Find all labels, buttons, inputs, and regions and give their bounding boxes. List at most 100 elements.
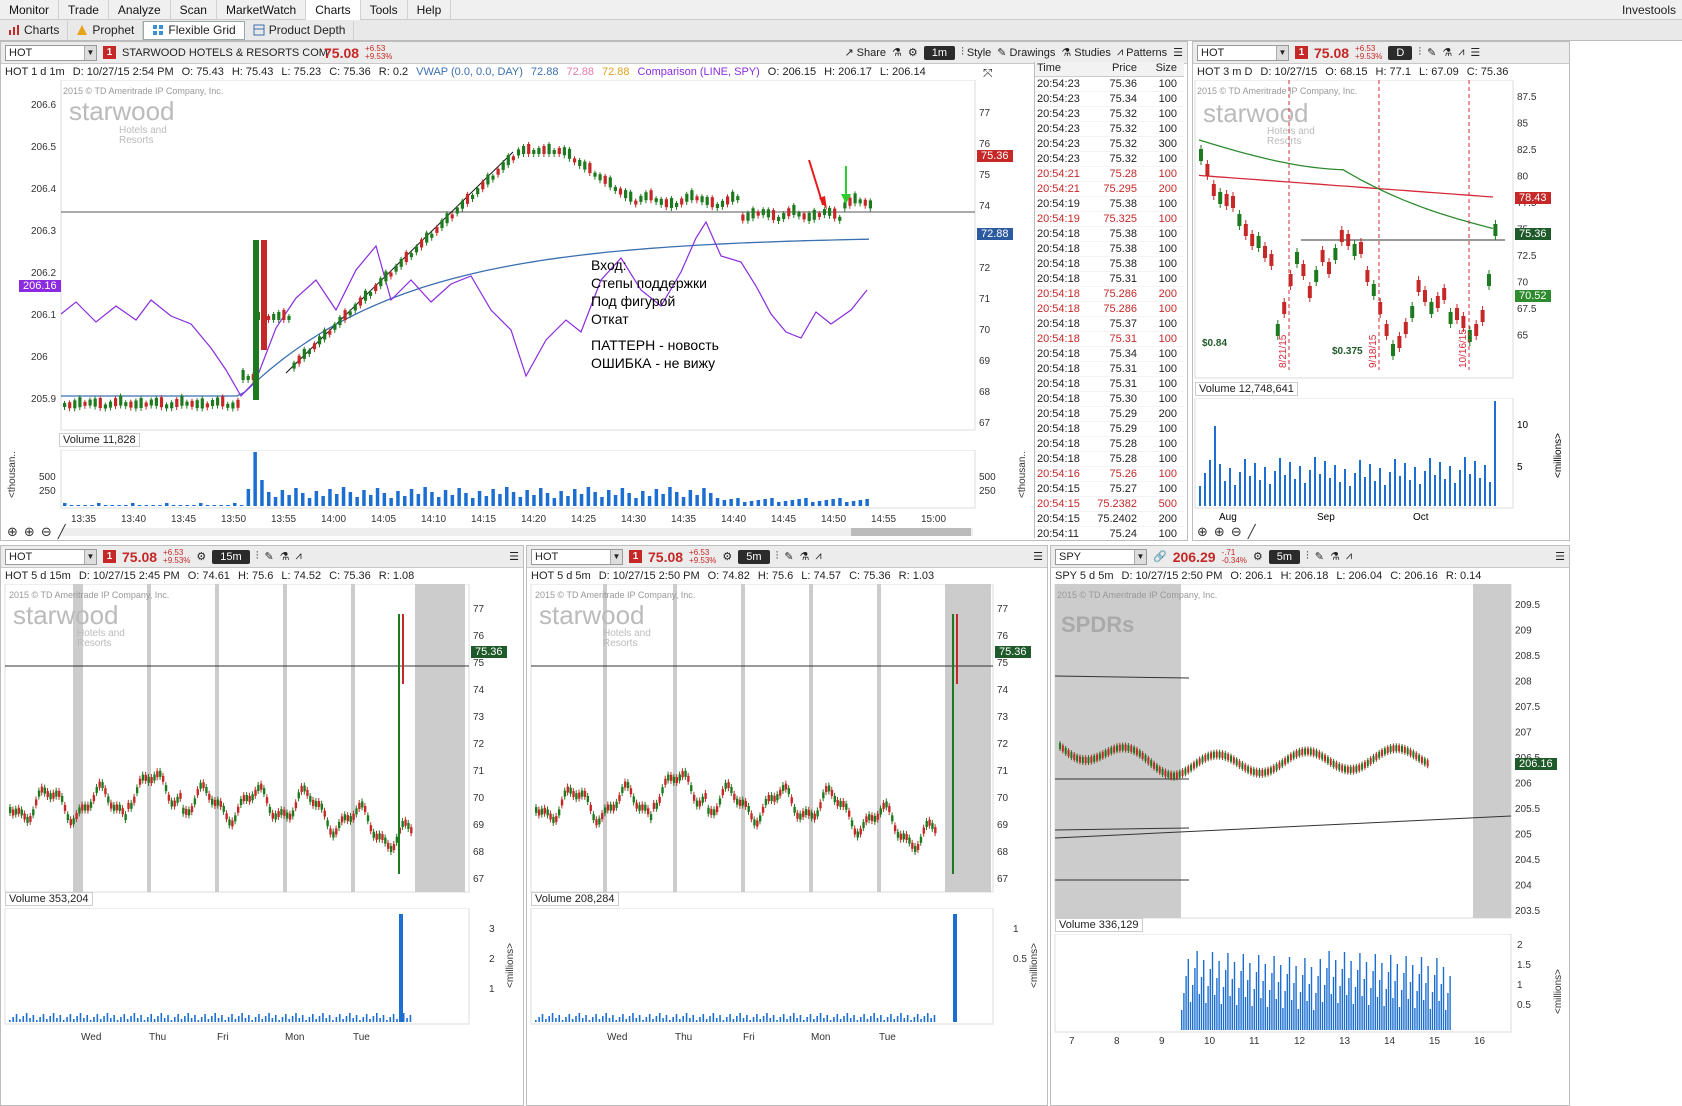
daily-div-badge-1[interactable]: $0.84 (1199, 337, 1230, 350)
volume-bar (600, 497, 604, 506)
daily-symbol-input[interactable]: HOT ▼ (1197, 44, 1289, 61)
menu-charts[interactable]: Charts (306, 0, 361, 20)
spy-axis-tick: 207 (1515, 728, 1532, 739)
daily-event-date[interactable]: 9/18/15 (1368, 334, 1379, 368)
daily-alert-badge[interactable]: 1 (1295, 46, 1308, 59)
chevron-down-icon[interactable]: ▼ (84, 549, 96, 564)
chart_15m-candle (205, 787, 208, 794)
menu-list-icon[interactable]: ☰ (1173, 46, 1183, 59)
share-button[interactable]: ↗ Share (844, 46, 886, 60)
tns-col-price[interactable]: Price (1089, 62, 1141, 76)
spy-menu-icon[interactable]: ☰ (1555, 550, 1565, 563)
chart_5m-candle (727, 782, 730, 789)
style-button[interactable]: ⫶ Style (961, 46, 991, 59)
p15-alert-badge[interactable]: 1 (103, 550, 116, 563)
spy-gear-icon[interactable]: ⚙ (1253, 550, 1263, 563)
chart_15m-candle (43, 787, 47, 794)
collapse-icon[interactable]: ⤧ (983, 66, 993, 81)
main-time-tick: 14:30 (621, 514, 646, 525)
p5-flask-icon[interactable]: ⚗ (800, 550, 810, 563)
menu-help[interactable]: Help (408, 0, 452, 20)
candle (853, 193, 857, 204)
p5-pencil-icon[interactable]: ✎ (784, 550, 793, 563)
daily-event-date[interactable]: 8/21/15 (1278, 334, 1289, 368)
chevron-down-icon[interactable]: ▼ (84, 45, 96, 60)
menu-marketwatch[interactable]: MarketWatch (217, 0, 307, 20)
daily-event-date[interactable]: 10/16/15 (1458, 329, 1469, 368)
chevron-down-icon[interactable]: ▼ (1134, 549, 1146, 564)
p5-gear-icon[interactable]: ⚙ (722, 550, 732, 563)
daily-time-sep: Sep (1317, 512, 1335, 523)
spy-candle (1369, 757, 1372, 764)
crosshair-icon[interactable]: ⊕ (7, 524, 18, 540)
p15-symbol-input[interactable]: HOT ▼ (5, 548, 97, 565)
p5-alert-badge[interactable]: 1 (629, 550, 642, 563)
menu-scan[interactable]: Scan (171, 0, 217, 20)
tns-row: 20:54:18 75.31 100 (1035, 377, 1184, 392)
spy-candle (1275, 764, 1278, 771)
flask-icon[interactable]: ⚗ (892, 46, 902, 59)
menu-tools[interactable]: Tools (361, 0, 408, 20)
main-symbol-input[interactable]: HOT ▼ (5, 44, 97, 61)
daily-pencil-icon[interactable]: ✎ (1427, 46, 1436, 59)
daily-div-badge-2[interactable]: $0.375 (1329, 345, 1366, 358)
spy-style-icon[interactable]: ⫶ (1306, 550, 1309, 563)
daily-patterns-icon[interactable]: ⩘ (1458, 46, 1464, 59)
p15-flask-icon[interactable]: ⚗ (280, 550, 290, 563)
tns-col-time[interactable]: Time (1035, 62, 1089, 76)
chart_15m-axis-tick: 77 (473, 604, 485, 615)
menu-analyze[interactable]: Analyze (109, 0, 171, 20)
drawings-button[interactable]: ✎ Drawings (997, 46, 1055, 60)
p15-gear-icon[interactable]: ⚙ (196, 550, 206, 563)
spy-timeframe-selector[interactable]: 5m (1268, 549, 1301, 564)
timeframe-selector[interactable]: 1m (923, 45, 956, 60)
main-scrollbar-track[interactable] (61, 528, 973, 536)
p15-style-icon[interactable]: ⫶ (256, 550, 259, 563)
menu-monitor[interactable]: Monitor (0, 0, 60, 20)
zoom-out-icon[interactable]: ⊖ (41, 524, 52, 540)
daily-draw-line-icon[interactable]: ╱ (1248, 524, 1256, 540)
p5-timeframe-selector[interactable]: 5m (738, 549, 770, 564)
alert-badge[interactable]: 1 (103, 46, 116, 59)
daily-zoom-out-icon[interactable]: ⊖ (1231, 524, 1242, 540)
daily-zoom-in-icon[interactable]: ⊕ (1214, 524, 1225, 540)
tns-price: 75.32 (1109, 138, 1137, 150)
spy-link-icon[interactable]: 🔗 (1153, 550, 1167, 563)
chevron-down-icon[interactable]: ▼ (610, 549, 622, 564)
p5-menu-icon[interactable]: ☰ (1033, 550, 1043, 563)
studies-button[interactable]: ⚗ Studies (1061, 46, 1111, 60)
p5-patterns-icon[interactable]: ⩘ (815, 550, 821, 563)
p15-patterns-icon[interactable]: ⩘ (296, 550, 302, 563)
spy-volume-bar (1282, 1008, 1284, 1030)
draw-line-icon[interactable]: ╱ (58, 524, 66, 540)
p15-pencil-icon[interactable]: ✎ (264, 550, 273, 563)
chevron-down-icon[interactable]: ▼ (1276, 45, 1288, 60)
main-scrollbar-thumb[interactable] (851, 528, 971, 536)
spy-symbol-input[interactable]: SPY ▼ (1055, 548, 1147, 565)
daily-menu-icon[interactable]: ☰ (1470, 46, 1480, 59)
subtab-prophet[interactable]: Prophet (68, 20, 144, 40)
subtab-product-depth-label: Product Depth (268, 23, 346, 37)
p15-timeframe-selector[interactable]: 15m (212, 549, 250, 564)
daily-style-icon[interactable]: ⫶ (1418, 46, 1421, 59)
daily-flask-icon[interactable]: ⚗ (1442, 46, 1452, 59)
menu-trade[interactable]: Trade (59, 0, 109, 20)
tns-col-size[interactable]: Size (1141, 62, 1181, 76)
spy-pencil-icon[interactable]: ✎ (1315, 550, 1324, 563)
daily-timeframe-selector[interactable]: D (1388, 45, 1413, 60)
spy-flask-icon[interactable]: ⚗ (1330, 550, 1340, 563)
p15-menu-icon[interactable]: ☰ (509, 550, 519, 563)
gear-icon[interactable]: ⚙ (908, 46, 918, 59)
subtab-charts[interactable]: Charts (0, 20, 69, 40)
subtab-product-depth[interactable]: Product Depth (245, 20, 355, 40)
zoom-in-icon[interactable]: ⊕ (24, 524, 35, 540)
spy-volume-bar (1447, 993, 1449, 1030)
spy-toolbar: SPY ▼ 🔗 206.29 -.71 -0.34% ⚙ 5m ⫶ ✎ ⚗ ⩘ ☰ (1051, 546, 1569, 568)
daily-crosshair-icon[interactable]: ⊕ (1197, 524, 1208, 540)
spy-candle (1344, 766, 1346, 773)
subtab-flexible-grid[interactable]: Flexible Grid (143, 20, 245, 40)
p5-style-icon[interactable]: ⫶ (776, 550, 779, 563)
patterns-button[interactable]: ⩘ Patterns (1117, 46, 1167, 59)
spy-patterns-icon[interactable]: ⩘ (1346, 550, 1352, 563)
p5-symbol-input[interactable]: HOT ▼ (531, 548, 623, 565)
